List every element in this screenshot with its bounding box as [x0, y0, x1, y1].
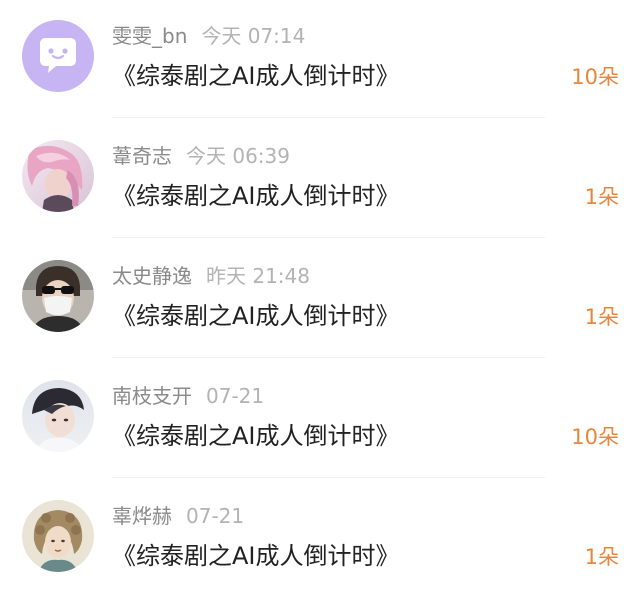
- avatar[interactable]: [22, 260, 94, 332]
- pink-hair-avatar-image: [22, 140, 94, 212]
- timestamp: 今天 06:39: [186, 144, 290, 168]
- user-name[interactable]: 南枝支开: [112, 384, 192, 408]
- user-meta: 南枝支开 07-21: [112, 382, 264, 410]
- user-name[interactable]: 太史静逸: [112, 264, 192, 288]
- work-title[interactable]: 《综泰剧之AI成人倒计时》: [112, 59, 400, 93]
- divider: [112, 477, 545, 478]
- timestamp: 今天 07:14: [201, 24, 306, 48]
- timestamp: 昨天 21:48: [206, 264, 310, 288]
- avatar[interactable]: [22, 500, 94, 572]
- user-meta: 太史静逸 昨天 21:48: [112, 262, 310, 290]
- work-title[interactable]: 《综泰剧之AI成人倒计时》: [112, 539, 400, 573]
- vintage-lady-avatar-image: [22, 500, 94, 572]
- timestamp: 07-21: [206, 384, 265, 408]
- user-name[interactable]: 葦奇志: [112, 144, 172, 168]
- flower-count: 1朵: [584, 185, 619, 209]
- work-title[interactable]: 《综泰剧之AI成人倒计时》: [112, 179, 400, 213]
- chat-bubble-avatar-icon: [22, 20, 94, 92]
- divider: [112, 117, 545, 118]
- flower-count: 1朵: [584, 545, 619, 569]
- flower-count: 10朵: [571, 425, 619, 449]
- avatar[interactable]: [22, 380, 94, 452]
- flower-count: 1朵: [584, 305, 619, 329]
- list-item[interactable]: 太史静逸 昨天 21:48 《综泰剧之AI成人倒计时》 1朵: [0, 240, 640, 360]
- list-item[interactable]: 南枝支开 07-21 《综泰剧之AI成人倒计时》 10朵: [0, 360, 640, 480]
- list-item[interactable]: 辜烨赫 07-21 《综泰剧之AI成人倒计时》 1朵: [0, 480, 640, 600]
- divider: [112, 237, 545, 238]
- divider: [112, 357, 545, 358]
- flower-count: 10朵: [571, 65, 619, 89]
- timestamp: 07-21: [186, 504, 245, 528]
- masked-person-avatar-image: [22, 260, 94, 332]
- list-item[interactable]: 葦奇志 今天 06:39 《综泰剧之AI成人倒计时》 1朵: [0, 120, 640, 240]
- user-meta: 辜烨赫 07-21: [112, 502, 244, 530]
- user-meta: 雯雯_bn 今天 07:14: [112, 22, 305, 50]
- avatar[interactable]: [22, 140, 94, 212]
- avatar[interactable]: [22, 20, 94, 92]
- user-meta: 葦奇志 今天 06:39: [112, 142, 290, 170]
- list-item[interactable]: 雯雯_bn 今天 07:14 《综泰剧之AI成人倒计时》 10朵: [0, 0, 640, 120]
- work-title[interactable]: 《综泰剧之AI成人倒计时》: [112, 299, 400, 333]
- anime-boy-avatar-image: [22, 380, 94, 452]
- user-name[interactable]: 辜烨赫: [112, 504, 172, 528]
- work-title[interactable]: 《综泰剧之AI成人倒计时》: [112, 419, 400, 453]
- gift-list: 雯雯_bn 今天 07:14 《综泰剧之AI成人倒计时》 10朵 葦奇志 今天 …: [0, 0, 640, 598]
- user-name[interactable]: 雯雯_bn: [112, 24, 187, 48]
